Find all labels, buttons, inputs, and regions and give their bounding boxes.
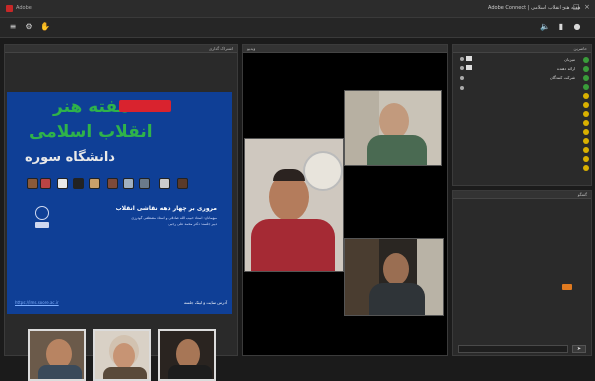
close-icon[interactable]: × <box>584 3 590 11</box>
attendee-row[interactable] <box>470 137 589 145</box>
attendee-row[interactable] <box>470 119 589 127</box>
user-status-icon <box>583 93 589 99</box>
chat-pod: گفتگو <box>452 190 592 356</box>
speaker-photo <box>28 329 86 381</box>
video-feed[interactable] <box>344 90 442 166</box>
artwork-thumb <box>57 178 68 189</box>
shoulders-shape <box>38 365 82 379</box>
user-status-icon <box>583 138 589 144</box>
shoulders-shape <box>369 283 425 315</box>
attendees-pod-header: حاضرین <box>453 45 591 53</box>
window-title-left: Adobe <box>16 5 32 11</box>
toolbar: ≡ ⚙ ✋ 🔈 ▮ ● <box>0 18 595 38</box>
hand-icon[interactable]: ✋ <box>40 22 50 32</box>
attendee-row[interactable] <box>470 101 589 109</box>
expand-icon[interactable] <box>460 66 464 70</box>
poster-footer: آدرس سایت و لینک جلسه <box>183 300 227 305</box>
attendee-row[interactable] <box>470 155 589 163</box>
face-shape <box>383 253 409 285</box>
share-pod-header: اشتراک گذاری <box>5 45 237 53</box>
emoji-icon <box>562 284 572 290</box>
artwork-thumb <box>89 178 100 189</box>
window-title: Adobe Connect | هفته هنر انقلاب اسلامی <box>488 5 581 11</box>
poster-body-1: میهمانان: استاد حبیب الله صادقی و استاد … <box>131 216 217 220</box>
face-shape <box>113 343 135 369</box>
user-status-icon <box>583 129 589 135</box>
hair-shape <box>273 169 305 181</box>
user-status-icon <box>583 111 589 117</box>
poster-title-3: دانشگاه سوره <box>25 150 115 165</box>
user-status-icon <box>583 102 589 108</box>
attendee-row[interactable] <box>470 83 589 91</box>
clock-shape <box>303 151 343 191</box>
face-shape <box>379 103 409 139</box>
organization-logo-icon <box>35 222 49 228</box>
artwork-thumb <box>27 178 38 189</box>
maximize-icon[interactable]: □ <box>573 3 580 11</box>
poster-subtitle: مروری بر چهار دهه نقاشی انقلاب <box>115 205 217 212</box>
camera-icon[interactable]: ▮ <box>556 22 566 32</box>
user-status-icon <box>583 156 589 162</box>
video-feed[interactable] <box>244 138 344 272</box>
user-status-icon <box>583 84 589 90</box>
send-button[interactable]: ➤ <box>572 345 586 353</box>
attendee-name: شرکت کنندگان <box>549 75 575 80</box>
attendee-row[interactable]: ارائه دهنده <box>470 65 589 73</box>
user-status-icon <box>583 66 589 72</box>
mic-icon[interactable]: ● <box>572 22 582 32</box>
share-content: هفته هنر انقلاب اسلامی دانشگاه سوره مرور… <box>7 92 232 381</box>
poster-body-2: دبیر جلسه: دکتر محمد علی رجبی <box>168 222 217 226</box>
attendee-row[interactable]: شرکت کنندگان <box>470 74 589 82</box>
shoulders-shape <box>367 135 427 165</box>
attendee-row[interactable] <box>470 146 589 154</box>
expand-icon[interactable] <box>460 76 464 80</box>
user-status-icon <box>583 147 589 153</box>
artwork-thumb <box>139 178 150 189</box>
speaker-icon[interactable]: 🔈 <box>540 22 550 32</box>
artwork-thumb <box>73 178 84 189</box>
artwork-thumb <box>40 178 51 189</box>
attendee-name: میزبان <box>564 57 575 62</box>
menu-icon[interactable]: ≡ <box>8 22 18 32</box>
app-logo-icon <box>6 5 13 12</box>
artwork-thumb <box>177 178 188 189</box>
poster-title-2: انقلاب اسلامی <box>29 122 153 142</box>
shoulders-shape <box>251 219 335 271</box>
minimize-icon[interactable]: – <box>562 3 566 11</box>
speaker-photo <box>158 329 216 381</box>
attendee-row[interactable] <box>470 128 589 136</box>
title-bar: Adobe Adobe Connect | هفته هنر انقلاب اس… <box>0 0 595 18</box>
user-status-icon <box>583 120 589 126</box>
user-status-icon <box>583 75 589 81</box>
speaker-photo <box>93 329 151 381</box>
shoulders-shape <box>103 367 147 379</box>
attendee-row[interactable] <box>470 110 589 118</box>
chat-pod-header: گفتگو <box>453 191 591 199</box>
expand-icon[interactable] <box>460 86 464 90</box>
artwork-thumb <box>107 178 118 189</box>
poster-red-mark <box>119 100 171 112</box>
attendee-row[interactable]: میزبان <box>470 56 589 64</box>
artwork-thumb <box>123 178 134 189</box>
user-status-icon <box>583 165 589 171</box>
poster-link[interactable]: https://lms.soore.ac.ir <box>15 300 125 306</box>
artwork-thumb <box>159 178 170 189</box>
video-pod-header: ویدیو <box>243 45 447 53</box>
shoulders-shape <box>168 365 212 379</box>
settings-icon[interactable]: ⚙ <box>24 22 34 32</box>
university-logo-icon <box>35 206 49 220</box>
attendee-row[interactable] <box>470 92 589 100</box>
attendee-name: ارائه دهنده <box>557 66 575 71</box>
attendee-row[interactable] <box>470 164 589 172</box>
chat-input[interactable] <box>458 345 568 353</box>
expand-icon[interactable] <box>460 57 464 61</box>
video-feed[interactable] <box>344 238 444 316</box>
user-status-icon <box>583 57 589 63</box>
